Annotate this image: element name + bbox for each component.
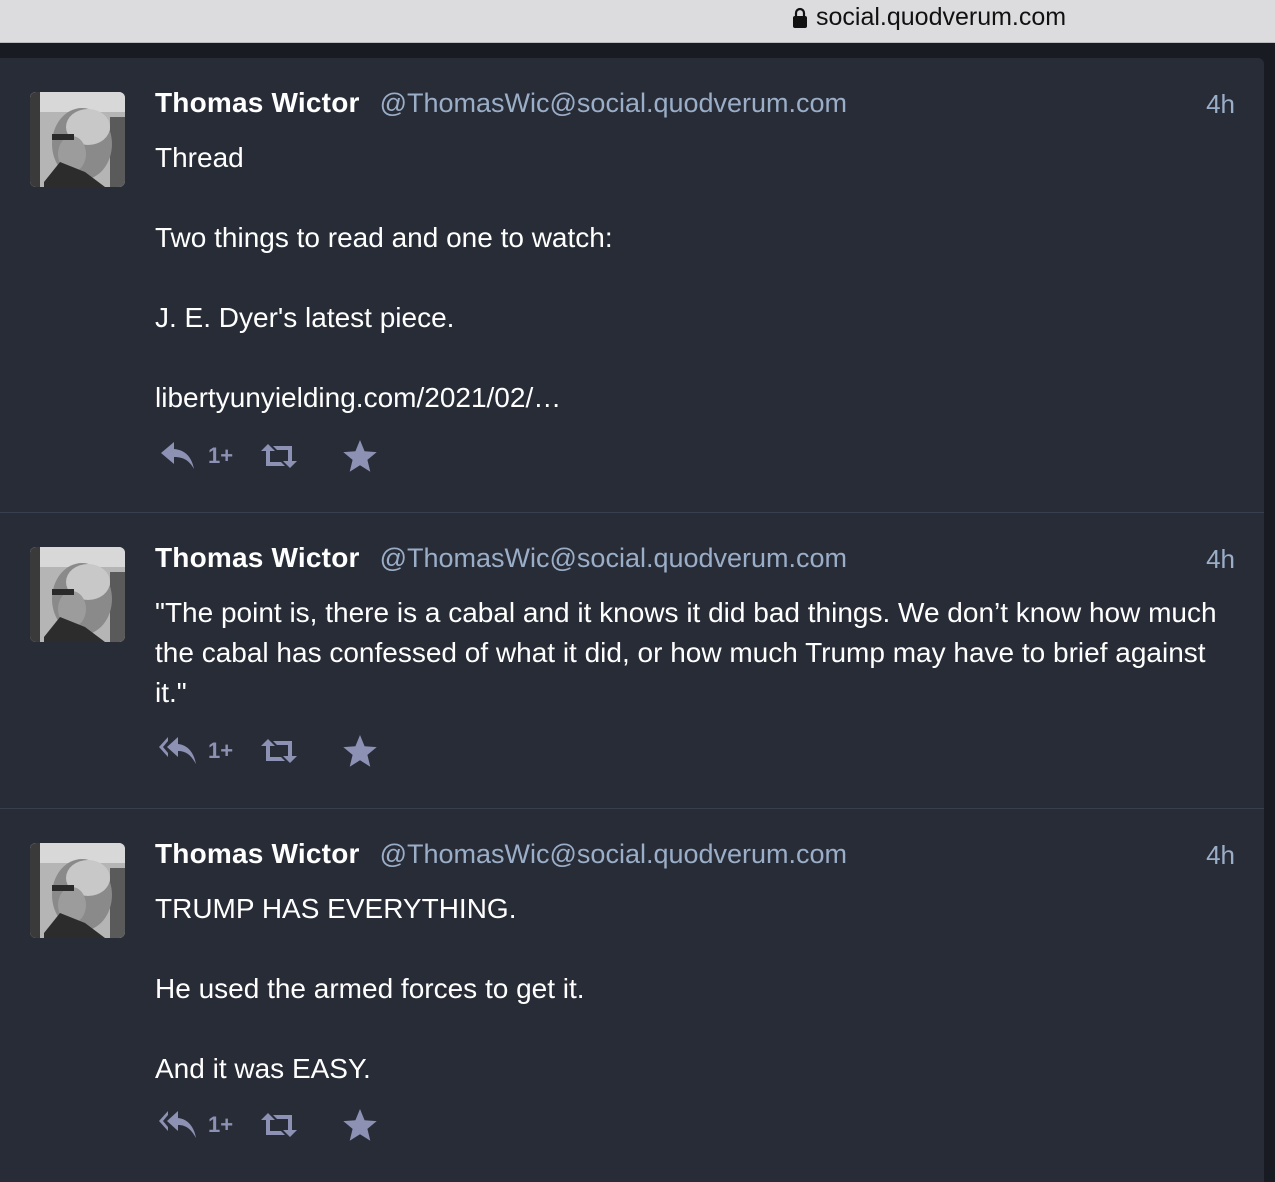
avatar[interactable] <box>30 92 125 187</box>
status-header: Thomas Wictor @ThomasWic@social.quodverum… <box>155 838 1235 878</box>
timestamp[interactable]: 4h <box>1206 840 1235 871</box>
favourite-button[interactable] <box>342 1108 378 1142</box>
status-action-bar: 1+ <box>158 1105 378 1145</box>
reply-button[interactable]: 1+ <box>158 438 233 474</box>
favourite-button[interactable] <box>342 439 378 473</box>
reply-count: 1+ <box>208 1112 234 1137</box>
display-name[interactable]: Thomas Wictor <box>155 838 360 869</box>
boost-button[interactable] <box>259 737 299 765</box>
boost-icon <box>261 739 298 763</box>
avatar[interactable] <box>30 547 125 642</box>
status-link[interactable]: libertyunyielding.com/2021/02/… <box>155 382 561 413</box>
status-content: TRUMP HAS EVERYTHING. He used the armed … <box>155 889 1235 1089</box>
reply-count: 1+ <box>208 443 234 468</box>
star-icon <box>343 1109 377 1141</box>
reply-button[interactable]: 1+ <box>158 733 233 769</box>
account-handle[interactable]: @ThomasWic@social.quodverum.com <box>380 839 847 869</box>
status-paragraph: "The point is, there is a cabal and it k… <box>155 597 1217 708</box>
boost-button[interactable] <box>259 1111 299 1139</box>
star-icon <box>343 440 377 472</box>
top-gap <box>0 43 1275 58</box>
reply-button[interactable]: 1+ <box>158 1107 233 1143</box>
status-paragraph: TRUMP HAS EVERYTHING. <box>155 893 517 924</box>
display-name[interactable]: Thomas Wictor <box>155 87 360 118</box>
status-post[interactable]: Thomas Wictor @ThomasWic@social.quodverum… <box>0 513 1264 809</box>
status-post[interactable]: Thomas Wictor @ThomasWic@social.quodverum… <box>0 58 1264 513</box>
account-handle[interactable]: @ThomasWic@social.quodverum.com <box>380 88 847 118</box>
boost-icon <box>261 444 298 468</box>
status-action-bar: 1+ <box>158 731 378 771</box>
status-paragraph: J. E. Dyer's latest piece. <box>155 302 455 333</box>
star-icon <box>343 735 377 767</box>
favourite-button[interactable] <box>342 734 378 768</box>
browser-url-bar[interactable]: social.quodverum.com <box>0 0 1275 43</box>
timeline-column: Thomas Wictor @ThomasWic@social.quodverum… <box>0 58 1264 1182</box>
lock-icon <box>792 7 808 29</box>
display-name[interactable]: Thomas Wictor <box>155 542 360 573</box>
account-handle[interactable]: @ThomasWic@social.quodverum.com <box>380 543 847 573</box>
reply-icon <box>161 442 194 469</box>
boost-button[interactable] <box>259 442 299 470</box>
status-paragraph: Thread <box>155 142 244 173</box>
status-paragraph: Two things to read and one to watch: <box>155 222 613 253</box>
boost-icon <box>261 1113 298 1137</box>
status-content: "The point is, there is a cabal and it k… <box>155 593 1235 713</box>
status-paragraph: He used the armed forces to get it. <box>155 973 585 1004</box>
timestamp[interactable]: 4h <box>1206 544 1235 575</box>
status-post[interactable]: Thomas Wictor @ThomasWic@social.quodverum… <box>0 809 1264 1182</box>
reply-all-icon <box>159 737 196 764</box>
url-text: social.quodverum.com <box>816 3 1067 31</box>
status-header: Thomas Wictor @ThomasWic@social.quodverum… <box>155 542 1235 582</box>
status-content: Thread Two things to read and one to wat… <box>155 138 1235 418</box>
status-header: Thomas Wictor @ThomasWic@social.quodverum… <box>155 87 1235 127</box>
status-paragraph: And it was EASY. <box>155 1053 371 1084</box>
timestamp[interactable]: 4h <box>1206 89 1235 120</box>
status-action-bar: 1+ <box>158 436 378 476</box>
url-display[interactable]: social.quodverum.com <box>792 3 1066 32</box>
reply-count: 1+ <box>208 738 234 763</box>
reply-all-icon <box>159 1111 196 1138</box>
avatar[interactable] <box>30 843 125 938</box>
